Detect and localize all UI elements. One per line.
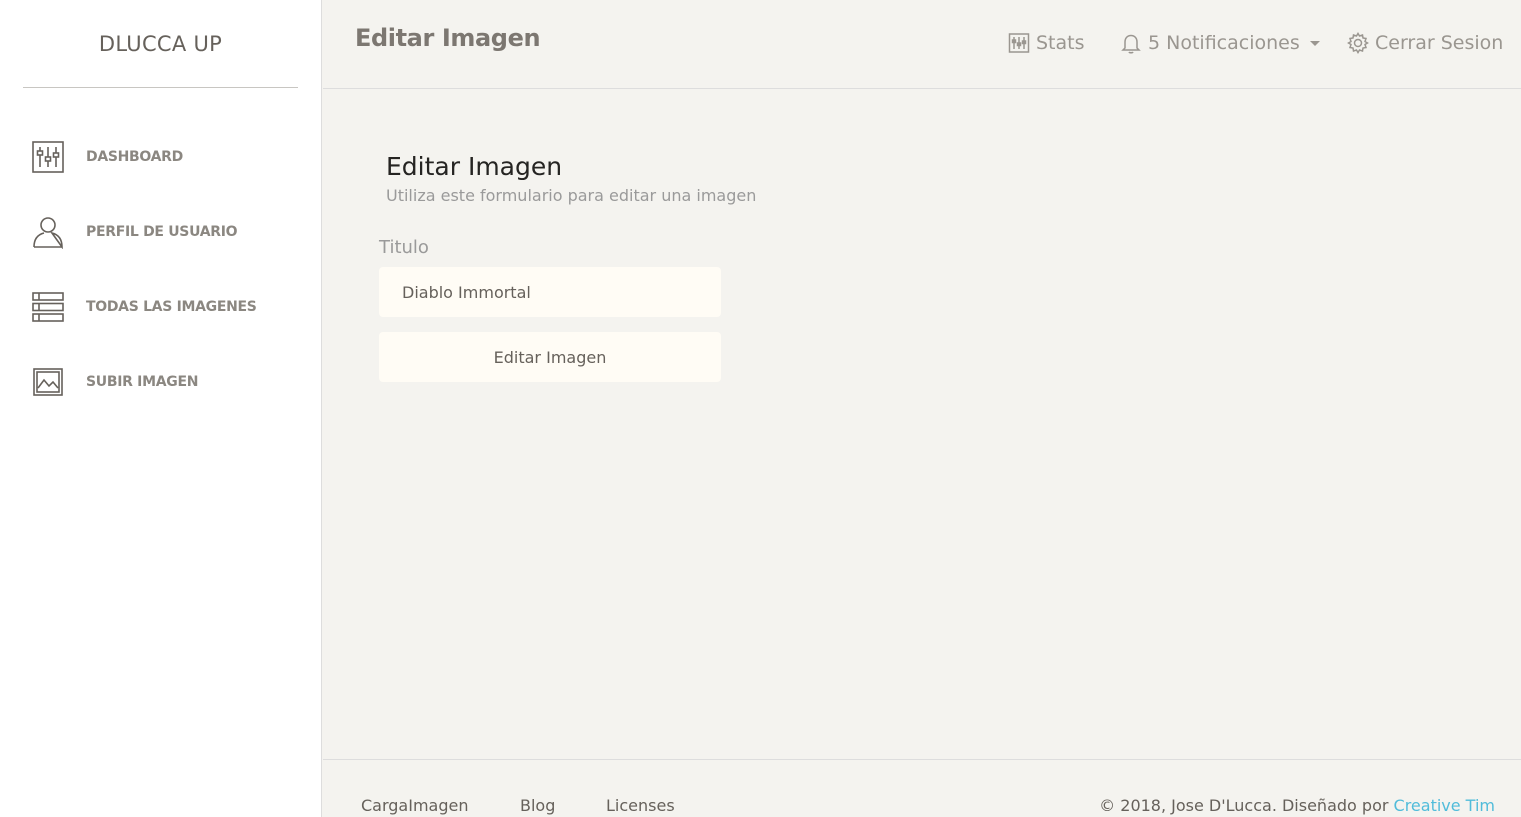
sidebar-item-label: SUBIR IMAGEN	[86, 374, 199, 390]
titulo-label: Titulo	[379, 237, 429, 258]
gear-icon	[1347, 32, 1369, 54]
sliders-icon	[30, 139, 66, 175]
form-subtitle: Utiliza este formulario para editar una …	[386, 186, 757, 205]
copyright-text: © 2018, Jose D'Lucca. Diseñado por Creat…	[1099, 796, 1495, 815]
sidebar-item-dashboard[interactable]: DASHBOARD	[30, 137, 300, 177]
titulo-input[interactable]	[379, 267, 721, 317]
notifications-label: 5 Notificaciones	[1148, 32, 1300, 54]
footer-link-cargaimagen[interactable]: CargaImagen	[361, 796, 468, 815]
form-title: Editar Imagen	[386, 152, 563, 181]
user-icon	[30, 214, 66, 250]
sidebar-item-perfil[interactable]: PERFIL DE USUARIO	[30, 212, 300, 252]
creative-tim-link[interactable]: Creative Tim	[1394, 796, 1495, 815]
copyright-prefix: © 2018, Jose D'Lucca. Diseñado por	[1099, 796, 1394, 815]
editar-imagen-button[interactable]: Editar Imagen	[379, 332, 721, 382]
sidebar-item-label: DASHBOARD	[86, 149, 183, 165]
top-navbar: Editar Imagen Stats 5 Notificaciones Cer…	[323, 0, 1521, 89]
logout-label: Cerrar Sesion	[1375, 32, 1504, 54]
bell-icon	[1121, 34, 1141, 54]
sidebar-item-label: PERFIL DE USUARIO	[86, 224, 238, 240]
sidebar-item-todas-imagenes[interactable]: TODAS LAS IMAGENES	[30, 287, 300, 327]
page-title: Editar Imagen	[355, 24, 541, 52]
logout-link[interactable]: Cerrar Sesion	[1347, 31, 1503, 55]
stats-label: Stats	[1036, 32, 1085, 54]
stats-icon	[1008, 33, 1030, 53]
sidebar-item-label: TODAS LAS IMAGENES	[86, 299, 257, 315]
sidebar-item-subir-imagen[interactable]: SUBIR IMAGEN	[30, 362, 300, 402]
footer-link-blog[interactable]: Blog	[520, 796, 555, 815]
chevron-down-icon	[1309, 40, 1320, 46]
list-icon	[30, 289, 66, 325]
footer: CargaImagen Blog Licenses © 2018, Jose D…	[323, 759, 1521, 817]
brand-logo[interactable]: DLUCCA UP	[23, 0, 298, 88]
image-icon	[30, 364, 66, 400]
stats-link[interactable]: Stats	[1008, 31, 1085, 55]
footer-link-licenses[interactable]: Licenses	[606, 796, 675, 815]
sidebar: DLUCCA UP DASHBOARD PERFIL DE USUARIO TO…	[0, 0, 322, 817]
notifications-dropdown[interactable]: 5 Notificaciones	[1120, 31, 1320, 55]
